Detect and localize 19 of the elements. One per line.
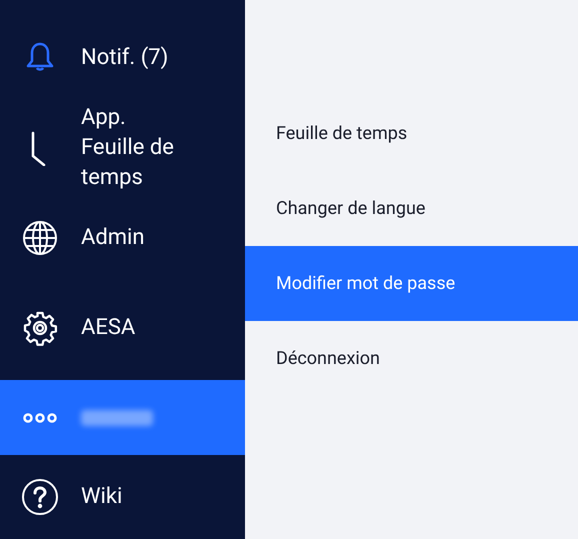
sidebar-item[interactable]: Admin <box>0 200 245 276</box>
sidebar-item[interactable]: Wiki <box>0 455 245 539</box>
sidebar-label: Admin <box>81 224 145 252</box>
gear-icon <box>22 310 58 346</box>
sidebar-item[interactable]: AESA <box>0 276 245 380</box>
sidebar-label: Wiki <box>81 483 122 511</box>
sidebar-item[interactable] <box>0 380 245 455</box>
globe-icon <box>22 220 58 256</box>
submenu-item[interactable]: Feuille de temps <box>245 96 578 171</box>
submenu-item[interactable]: Changer de langue <box>245 171 578 246</box>
dots-icon <box>22 412 58 424</box>
sidebar-label: AESA <box>81 314 136 342</box>
sidebar-label: Notif. (7) <box>81 44 168 72</box>
sidebar-item[interactable]: App. Feuille de temps <box>0 96 245 200</box>
help-icon <box>20 478 58 516</box>
sidebar-item[interactable]: Notif. (7) <box>0 20 245 96</box>
sidebar-label: App. Feuille de temps <box>81 104 174 192</box>
submenu-item[interactable]: Modifier mot de passe <box>245 246 578 321</box>
submenu-item[interactable]: Déconnexion <box>245 321 578 396</box>
